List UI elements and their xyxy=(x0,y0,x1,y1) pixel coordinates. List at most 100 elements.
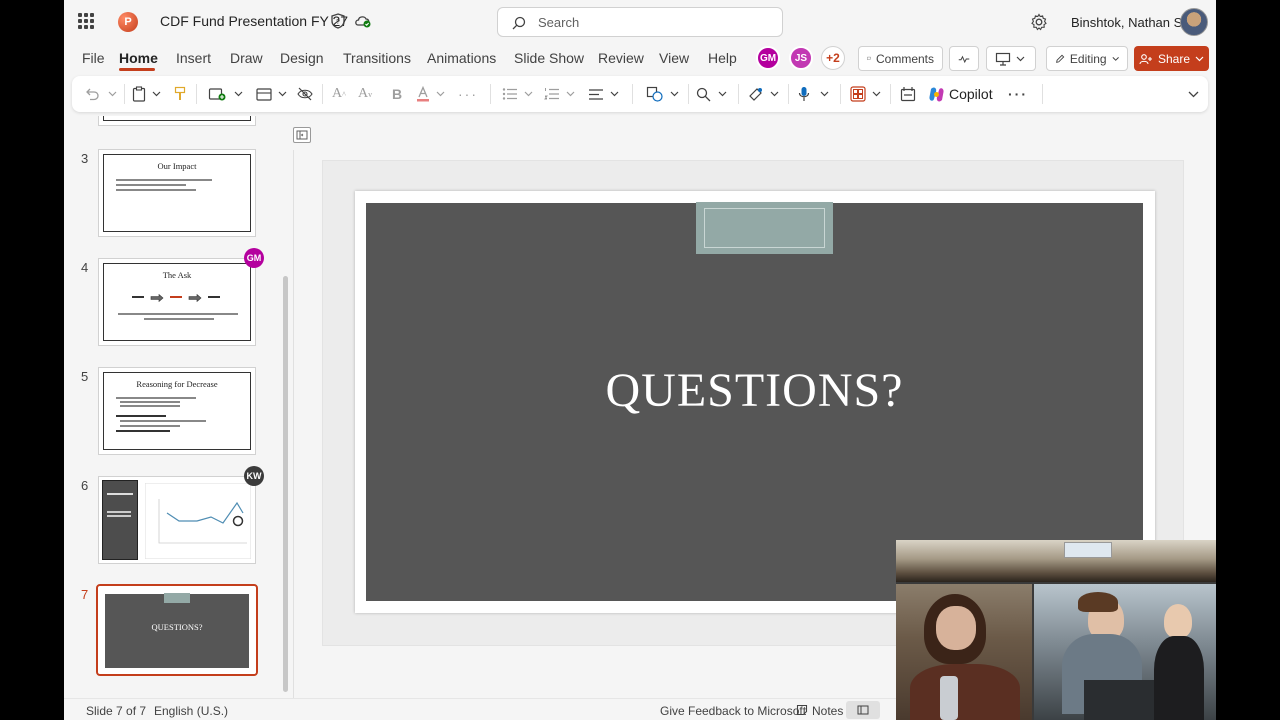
chevron-down-icon[interactable] xyxy=(670,85,679,103)
chevron-down-icon[interactable] xyxy=(108,85,117,103)
tab-help[interactable]: Help xyxy=(708,50,737,66)
slide-tab-shape[interactable] xyxy=(696,202,833,254)
collaborator-badge-kw: KW xyxy=(244,466,264,486)
find-icon[interactable] xyxy=(696,85,711,103)
format-painter-icon[interactable] xyxy=(174,85,186,103)
collaborator-avatar-gm[interactable]: GM xyxy=(756,46,780,70)
thumbnail-scrollbar[interactable] xyxy=(283,276,288,692)
bold-icon[interactable]: B xyxy=(392,85,402,103)
sensitivity-shield-icon[interactable]: ? xyxy=(331,13,345,29)
participant-video-left xyxy=(896,584,1032,720)
chevron-down-icon[interactable] xyxy=(436,85,445,103)
align-icon[interactable] xyxy=(588,85,604,103)
paste-icon[interactable] xyxy=(132,85,146,103)
tab-slide-show[interactable]: Slide Show xyxy=(514,50,584,66)
thumbnail-title: The Ask xyxy=(162,270,192,280)
search-icon xyxy=(512,16,526,30)
thumbnail-text-line xyxy=(144,318,214,320)
numbering-icon[interactable] xyxy=(544,85,560,103)
comments-button[interactable]: Comments xyxy=(858,46,943,71)
chevron-down-icon[interactable] xyxy=(566,85,575,103)
tab-design[interactable]: Design xyxy=(280,50,324,66)
tab-view[interactable]: View xyxy=(659,50,689,66)
chevron-down-icon[interactable] xyxy=(152,85,161,103)
tab-file[interactable]: File xyxy=(82,50,105,66)
bullets-icon[interactable] xyxy=(502,85,518,103)
tab-draw[interactable]: Draw xyxy=(230,50,263,66)
chevron-down-icon[interactable] xyxy=(872,85,881,103)
thumbnail-title: Reasoning for Decrease xyxy=(136,379,218,389)
thumbnail-text-line xyxy=(107,493,133,495)
notes-button[interactable]: Notes xyxy=(812,704,843,718)
chevron-down-icon[interactable] xyxy=(278,85,287,103)
settings-gear-icon[interactable] xyxy=(1030,13,1048,31)
more-collaborators[interactable]: +2 xyxy=(821,46,845,70)
active-tab-indicator xyxy=(119,68,155,71)
collapse-thumbnails-button[interactable] xyxy=(293,127,311,143)
editing-mode-button[interactable]: Editing xyxy=(1046,46,1128,71)
increase-font-icon[interactable]: A ^ xyxy=(332,85,346,103)
chevron-down-icon[interactable] xyxy=(820,85,829,103)
tab-animations[interactable]: Animations xyxy=(427,50,496,66)
search-box[interactable]: Search xyxy=(497,7,783,37)
participant-body xyxy=(910,664,1020,720)
layout-icon[interactable] xyxy=(256,85,272,103)
thumbnail-text-line xyxy=(116,189,196,191)
collaborator-avatar-js[interactable]: JS xyxy=(789,46,813,70)
app-launcher-icon[interactable] xyxy=(78,13,94,29)
designer-icon[interactable] xyxy=(850,85,866,103)
shapes-icon[interactable] xyxy=(646,85,664,103)
slide-thumbnail-6[interactable] xyxy=(98,476,256,564)
slide-thumbnail-5[interactable]: Reasoning for Decrease xyxy=(98,367,256,455)
copilot-icon[interactable] xyxy=(928,85,945,103)
thumbnail-text-line xyxy=(116,179,212,181)
panel-toggle-icon xyxy=(296,130,308,140)
copilot-button[interactable]: Copilot xyxy=(949,86,993,102)
more-font-options-icon[interactable]: ··· xyxy=(458,85,478,103)
thumbnail-text-line xyxy=(120,425,180,427)
more-options-icon[interactable]: ··· xyxy=(1008,85,1028,103)
add-ins-icon[interactable] xyxy=(900,85,916,103)
font-color-icon[interactable] xyxy=(416,85,430,103)
notes-icon[interactable] xyxy=(796,704,808,719)
normal-view-button[interactable] xyxy=(846,701,880,719)
chevron-down-icon[interactable] xyxy=(718,85,727,103)
chevron-down-icon[interactable] xyxy=(770,85,779,103)
undo-icon[interactable] xyxy=(84,85,100,103)
ribbon-separator xyxy=(840,84,841,104)
tab-review[interactable]: Review xyxy=(598,50,644,66)
catch-up-button[interactable] xyxy=(949,46,979,71)
share-button[interactable]: Share xyxy=(1134,46,1209,71)
new-slide-icon[interactable] xyxy=(208,85,226,103)
thumbnail-text-line xyxy=(116,184,186,186)
slide-thumbnail-2[interactable] xyxy=(98,116,256,126)
cloud-saved-icon[interactable] xyxy=(354,13,372,29)
chevron-down-icon[interactable] xyxy=(234,85,243,103)
document-title[interactable]: CDF Fund Presentation FY 27 xyxy=(160,13,348,29)
slide-thumbnail-7-selected[interactable]: QUESTIONS? xyxy=(96,584,258,676)
slide-thumbnail-4[interactable]: The Ask xyxy=(98,258,256,346)
hide-slide-icon[interactable] xyxy=(296,85,314,103)
slide-title-text[interactable]: QUESTIONS? xyxy=(366,363,1143,418)
thumbnail-sidebar-block xyxy=(102,480,138,560)
tab-insert[interactable]: Insert xyxy=(176,50,211,66)
slide-thumbnail-3[interactable]: Our Impact xyxy=(98,149,256,237)
chevron-down-icon[interactable] xyxy=(524,85,533,103)
ribbon-separator xyxy=(632,84,633,104)
expand-ribbon-chevron-icon[interactable] xyxy=(1188,85,1199,103)
decrease-font-icon[interactable]: Av xyxy=(358,85,372,103)
ribbon-separator xyxy=(196,84,197,104)
user-avatar[interactable] xyxy=(1180,8,1208,36)
thumbnail-text-line xyxy=(120,420,206,422)
dictate-microphone-icon[interactable] xyxy=(798,85,810,103)
language-indicator[interactable]: English (U.S.) xyxy=(154,704,228,718)
present-button[interactable] xyxy=(986,46,1036,71)
menu-bar: File Home Insert Draw Design Transitions… xyxy=(64,44,1216,72)
feedback-link[interactable]: Give Feedback to Microsoft xyxy=(660,704,806,718)
sensitivity-icon[interactable] xyxy=(748,85,764,103)
chevron-down-icon[interactable] xyxy=(610,85,619,103)
share-label: Share xyxy=(1157,51,1191,66)
tab-home[interactable]: Home xyxy=(119,50,158,66)
user-name[interactable]: Binshtok, Nathan S xyxy=(1071,15,1182,30)
tab-transitions[interactable]: Transitions xyxy=(343,50,411,66)
